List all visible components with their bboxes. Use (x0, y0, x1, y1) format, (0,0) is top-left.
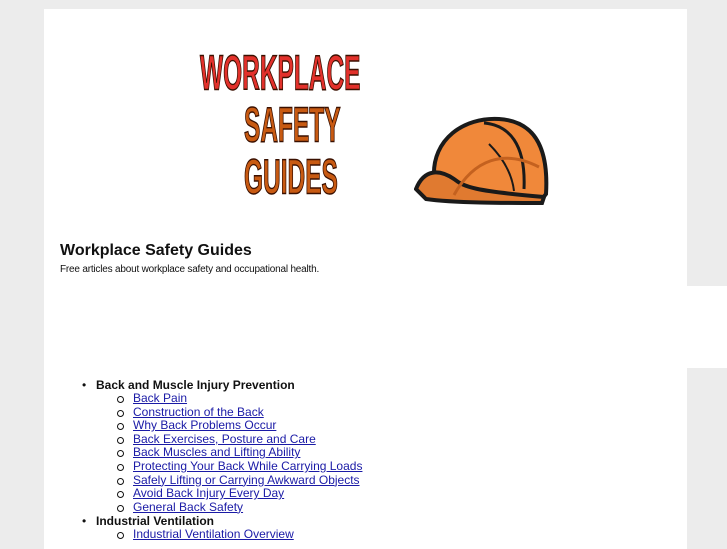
list-item: Safely Lifting or Carrying Awkward Objec… (96, 473, 362, 488)
hardhat-icon (414, 116, 549, 206)
category-label: Industrial Ventilation (96, 514, 215, 529)
article-link[interactable]: General Back Safety (133, 500, 243, 514)
logo-line-3: GUIDES (244, 150, 339, 206)
category-list: Back and Muscle Injury Prevention Back P… (78, 378, 362, 542)
article-link[interactable]: Safely Lifting or Carrying Awkward Objec… (133, 473, 360, 487)
list-item: Back Pain (96, 391, 362, 406)
list-item: General Back Safety (96, 500, 362, 515)
article-list: Back Pain Construction of the Back Why B… (96, 391, 362, 515)
article-list: Industrial Ventilation Overview (96, 528, 362, 542)
logo-wordmark: WORKPLACE SAFETY GUIDES (200, 48, 423, 205)
article-link[interactable]: Back Muscles and Lifting Ability (133, 445, 300, 460)
site-tagline: Free articles about workplace safety and… (60, 264, 320, 275)
article-link[interactable]: Protecting Your Back While Carrying Load… (133, 459, 362, 473)
list-item: Protecting Your Back While Carrying Load… (96, 459, 362, 474)
list-item: Back Muscles and Lifting Ability (96, 446, 362, 460)
article-link[interactable]: Back Exercises, Posture and Care (133, 432, 316, 446)
category-label: Back and Muscle Injury Prevention (96, 378, 295, 392)
list-item: Why Back Problems Occur (96, 418, 362, 433)
list-item: Industrial Ventilation Overview (96, 528, 362, 542)
site-title: Workplace Safety Guides (60, 242, 252, 259)
article-link[interactable]: Industrial Ventilation Overview (133, 527, 294, 542)
list-item: Avoid Back Injury Every Day (96, 486, 362, 501)
category-item: Industrial Ventilation Industrial Ventil… (78, 514, 362, 542)
list-item: Construction of the Back (96, 405, 362, 420)
site-logo[interactable]: WORKPLACE SAFETY GUIDES (194, 39, 549, 219)
article-link[interactable]: Construction of the Back (133, 405, 264, 419)
side-panel (687, 286, 727, 368)
article-link[interactable]: Back Pain (133, 391, 187, 405)
page-container: WORKPLACE SAFETY GUIDES Workplace Safety… (44, 9, 687, 549)
article-link[interactable]: Why Back Problems Occur (133, 418, 276, 432)
article-link[interactable]: Avoid Back Injury Every Day (133, 486, 284, 500)
list-item: Back Exercises, Posture and Care (96, 432, 362, 447)
category-item: Back and Muscle Injury Prevention Back P… (78, 378, 362, 514)
